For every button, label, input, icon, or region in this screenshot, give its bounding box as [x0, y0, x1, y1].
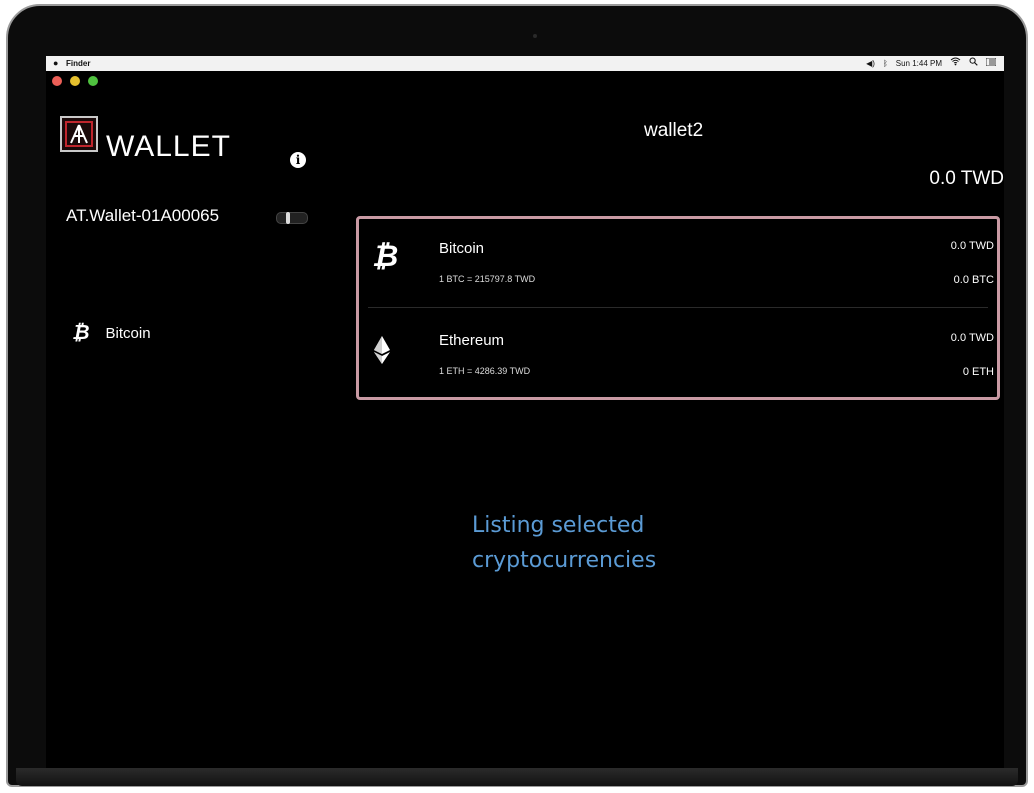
- wallet-toggle[interactable]: [276, 212, 308, 224]
- bitcoin-icon: ₿: [72, 322, 90, 344]
- minimize-window-button[interactable]: [70, 76, 80, 86]
- toggle-knob[interactable]: [286, 212, 290, 224]
- caption-line: cryptocurrencies: [472, 548, 657, 573]
- app-screen: ● Finder ◀) ᛒ Sun 1:44 PM WALLET i AT.Wa…: [46, 56, 1004, 774]
- sidebar-item-bitcoin[interactable]: ₿ Bitcoin: [72, 322, 151, 345]
- apple-icon[interactable]: ●: [53, 56, 58, 71]
- volume-icon[interactable]: ◀): [866, 56, 875, 71]
- highlight-box: [356, 216, 1000, 400]
- laptop-bezel: ● Finder ◀) ᛒ Sun 1:44 PM WALLET i AT.Wa…: [6, 4, 1028, 787]
- logo-text: WALLET: [106, 130, 231, 163]
- wifi-icon[interactable]: [950, 56, 961, 71]
- camera: [533, 34, 537, 38]
- menubar-app-name[interactable]: Finder: [66, 56, 90, 71]
- zoom-window-button[interactable]: [88, 76, 98, 86]
- laptop-chin: [16, 768, 1018, 786]
- annotation-caption: Listing selected cryptocurrencies: [472, 508, 656, 578]
- close-window-button[interactable]: [52, 76, 62, 86]
- info-icon[interactable]: i: [290, 152, 306, 168]
- list-icon[interactable]: [985, 56, 997, 71]
- menubar: ● Finder ◀) ᛒ Sun 1:44 PM: [46, 56, 1004, 71]
- menubar-status: ◀) ᛒ Sun 1:44 PM: [866, 56, 997, 71]
- app-logo: [60, 116, 98, 152]
- sidebar-item-label: Bitcoin: [105, 325, 151, 342]
- wallet-id[interactable]: AT.Wallet-01A00065: [66, 206, 219, 226]
- search-icon[interactable]: [969, 56, 978, 71]
- logo-glyph-icon: [62, 118, 96, 154]
- clock[interactable]: Sun 1:44 PM: [896, 56, 942, 71]
- wallet-name: wallet2: [644, 120, 704, 141]
- bluetooth-icon[interactable]: ᛒ: [883, 56, 888, 71]
- total-balance: 0.0 TWD: [929, 168, 1004, 189]
- caption-line: Listing selected: [472, 513, 645, 538]
